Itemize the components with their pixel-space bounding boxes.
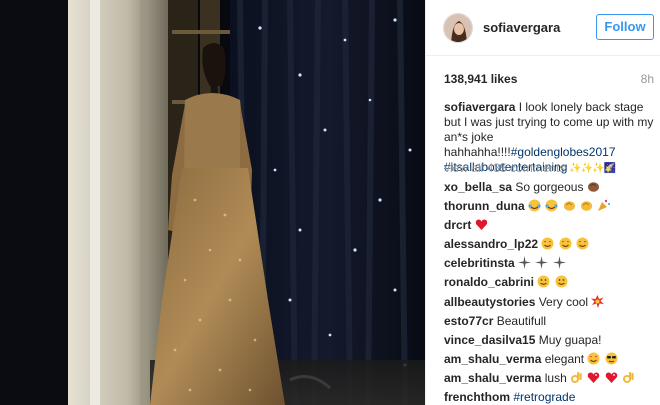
comment-username[interactable]: frenchthom xyxy=(444,390,510,404)
sparkles-icon xyxy=(535,256,549,270)
comment-username[interactable]: alessandro_lp22 xyxy=(444,237,538,251)
comment-text: Muy guapa! xyxy=(538,332,602,347)
smiling-face-icon xyxy=(537,275,550,288)
heart-eyes-icon xyxy=(541,237,554,250)
caption-hashtag[interactable]: #goldenglobes2017 xyxy=(511,145,616,159)
avatar-image xyxy=(444,14,472,42)
sparkling-heart-icon xyxy=(588,372,600,383)
caption-emoji: ✨✨✨🌠 xyxy=(567,163,616,174)
comment-username[interactable]: celebritinsta xyxy=(444,256,515,270)
clapping-hands-icon xyxy=(563,201,575,211)
comment-text: So gorgeous xyxy=(515,180,584,194)
comment-username[interactable]: am_shalu_verma xyxy=(444,352,541,366)
like-count[interactable]: 138,941 likes xyxy=(444,72,517,86)
comment-username[interactable]: am_shalu_verma xyxy=(444,371,541,385)
comment-username[interactable]: esto77cr xyxy=(444,314,493,328)
avatar[interactable] xyxy=(443,13,473,43)
tears-of-joy-icon xyxy=(528,199,541,212)
sunglasses-face-icon xyxy=(605,352,618,365)
comment-text: elegant xyxy=(544,351,585,366)
heart-eyes-icon xyxy=(576,237,589,250)
post-username[interactable]: sofiavergara xyxy=(483,20,560,35)
follow-button[interactable]: Follow xyxy=(596,14,654,40)
comment-item: thorunn_duna xyxy=(444,197,659,216)
comment-username[interactable]: thorunn_duna xyxy=(444,199,525,213)
comment-item: celebritinsta xyxy=(444,254,659,273)
smiling-face-icon xyxy=(555,275,568,288)
comment-hashtag[interactable]: #retrograde xyxy=(513,390,575,404)
comment-item: vince_dasilva15 Muy guapa! xyxy=(444,331,659,350)
comment-text: Beautifull xyxy=(496,313,547,328)
comment-item: drcrt xyxy=(444,216,659,235)
comment-item: am_shalu_verma elegant xyxy=(444,350,659,369)
comment-username[interactable]: allbeautystories xyxy=(444,295,535,309)
instagram-post: sofiavergara Follow 138,941 likes 8h sof… xyxy=(0,0,660,405)
comment-item: allbeautystories Very cool xyxy=(444,293,659,312)
party-popper-icon xyxy=(598,199,611,212)
comment-item: am_shalu_verma lush xyxy=(444,369,659,388)
comment-username[interactable]: vince_dasilva15 xyxy=(444,333,535,347)
red-heart-icon xyxy=(475,219,487,231)
clapping-hands-icon xyxy=(587,182,599,192)
heart-eyes-icon xyxy=(559,237,572,250)
comment-username[interactable]: drcrt xyxy=(444,218,471,232)
comment-text: Very cool xyxy=(538,294,589,309)
heart-eyes-icon xyxy=(587,352,600,365)
comment-item: frenchthom #retrograde xyxy=(444,388,659,405)
tears-of-joy-icon xyxy=(545,199,558,212)
comment-text: lush xyxy=(544,370,567,385)
post-sidebar: sofiavergara Follow 138,941 likes 8h sof… xyxy=(425,0,660,405)
comment-item: esto77cr Beautifull xyxy=(444,312,659,331)
clapping-hands-icon xyxy=(581,201,593,211)
post-time[interactable]: 8h xyxy=(641,72,654,86)
comment-item: ronaldo_cabrini xyxy=(444,273,659,292)
comment-item: xo_bella_sa So gorgeous xyxy=(444,178,659,197)
sparkles-icon xyxy=(552,256,566,270)
comment-item: alessandro_lp22 xyxy=(444,235,659,254)
post-stats: 138,941 likes 8h xyxy=(444,72,654,86)
sparkling-heart-icon xyxy=(605,372,618,383)
sparkles-icon xyxy=(518,256,532,270)
ok-hand-icon xyxy=(571,371,582,383)
comment-username[interactable]: xo_bella_sa xyxy=(444,180,512,194)
caption-username[interactable]: sofiavergara xyxy=(444,100,515,114)
comment-list: xo_bella_sa So gorgeous thorunn_duna drc… xyxy=(444,178,659,405)
post-photo[interactable] xyxy=(0,0,425,405)
ok-hand-icon xyxy=(623,371,634,383)
backstage-photo-image xyxy=(0,0,425,405)
post-header: sofiavergara Follow xyxy=(426,0,660,56)
collision-icon xyxy=(591,294,605,308)
view-all-comments-link[interactable]: view all 435 comments xyxy=(444,161,565,175)
comment-username[interactable]: ronaldo_cabrini xyxy=(444,275,534,289)
